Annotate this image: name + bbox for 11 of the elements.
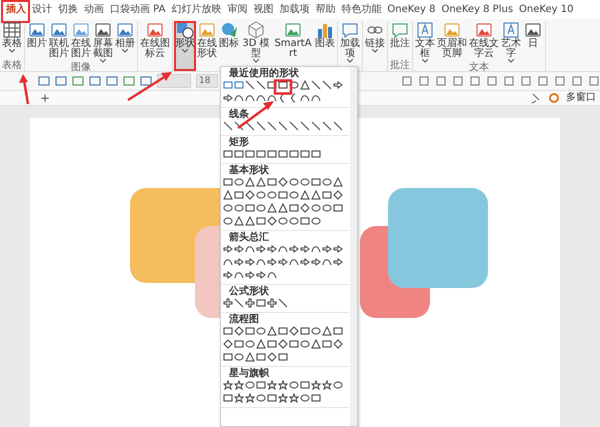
section-title: 公式形状 <box>228 285 270 298</box>
section-title: 基本形状 <box>228 164 270 177</box>
section-title: 箭头总汇 <box>228 231 270 244</box>
section-title: 流程图 <box>228 313 260 326</box>
group-label: 表格 <box>1 61 23 71</box>
section-title: 矩形 <box>228 136 250 149</box>
group-label: 文本 <box>468 63 490 71</box>
section-title: 星与旗帜 <box>228 367 270 380</box>
group-label: 批注 <box>389 61 411 71</box>
section-title: 最近使用的形状 <box>228 67 300 80</box>
section-title: 线条 <box>228 108 250 121</box>
